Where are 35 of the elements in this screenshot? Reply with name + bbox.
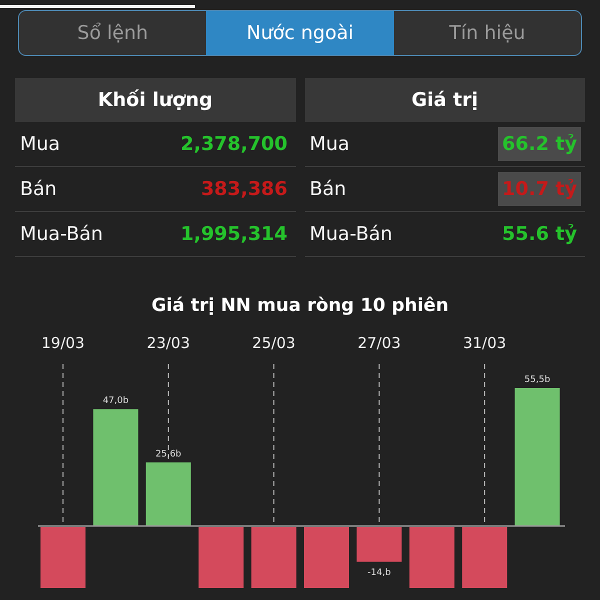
row-value: 66.2 tỷ — [502, 133, 577, 155]
bar-value-label: 47,0b — [102, 396, 129, 406]
table-header: Khối lượng — [15, 78, 296, 122]
table-header: Giá trị — [304, 78, 585, 122]
bar — [198, 527, 244, 588]
row-value: 55.6 tỷ — [502, 223, 577, 245]
row-value: 383,386 — [200, 178, 288, 200]
row-label: Mua-Bán — [310, 223, 392, 245]
date-label: 25/03 — [252, 334, 296, 352]
row-label: Bán — [310, 178, 346, 200]
row-label: Mua — [310, 133, 350, 155]
bar — [356, 527, 402, 562]
date-label: 19/03 — [41, 334, 85, 352]
tab[interactable]: Tín hiệu — [394, 11, 581, 55]
bar-value-label: 55,5b — [524, 375, 550, 385]
bar — [146, 462, 191, 526]
date-label: 31/03 — [462, 334, 506, 352]
bar — [40, 527, 86, 588]
date-label: 23/03 — [146, 334, 190, 352]
row-value: 2,378,700 — [180, 133, 288, 155]
tab[interactable]: Nước ngoài — [206, 11, 394, 55]
bar — [304, 527, 349, 588]
bar — [409, 527, 454, 588]
bar-value-label: 25,6b — [156, 449, 182, 460]
row-label: Mua — [20, 133, 60, 155]
bar — [251, 527, 296, 588]
date-label: 27/03 — [358, 334, 401, 352]
chart-title: Giá trị NN mua ròng 10 phiên — [151, 295, 449, 316]
row-value: 1,995,314 — [180, 223, 288, 245]
row-label: Mua-Bán — [20, 223, 103, 245]
row-label: Bán — [20, 178, 57, 200]
bar — [462, 527, 508, 588]
bar-value-label: -14,b — [368, 568, 391, 578]
tab[interactable]: Sổ lệnh — [19, 11, 206, 55]
row-value: 10.7 tỷ — [502, 178, 577, 200]
